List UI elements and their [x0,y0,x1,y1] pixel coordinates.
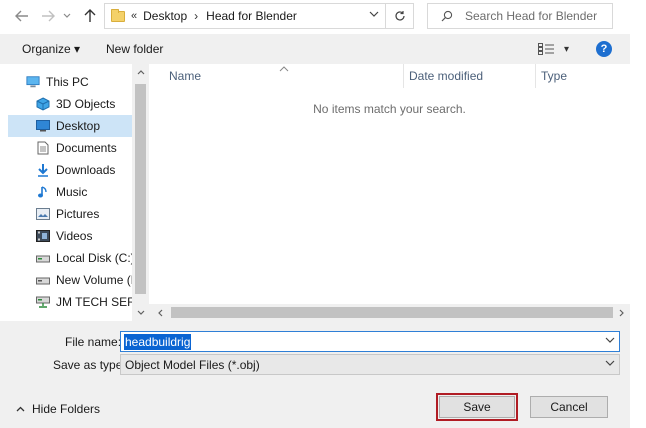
sidebar-item-label: Local Disk (C:) [56,251,132,265]
save-as-type-dropdown-chevron-icon[interactable] [605,358,615,371]
view-dropdown-chevron-icon[interactable]: ▾ [564,44,569,55]
column-header-name[interactable]: Name [169,64,201,88]
save-as-type-label: Save as type: [53,358,126,372]
sidebar-item-label: New Volume (D: [56,273,132,287]
sidebar-item-label: Pictures [56,207,100,221]
sidebar-item-desktop[interactable]: Desktop [8,115,132,137]
sidebar-item-documents[interactable]: Documents [8,137,132,159]
sidebar-item-label: Documents [56,141,117,155]
save-dialog-footer: File name: headbuildrig Save as type: Ob… [0,321,630,428]
sidebar-item-label: 3D Objects [56,97,116,111]
help-icon[interactable]: ? [596,41,612,57]
breadcrumb-head-for-blender[interactable]: Head for Blender [206,9,297,23]
file-list-horizontal-scrollbar[interactable] [149,304,630,321]
file-name-input[interactable]: headbuildrig [120,331,620,352]
desktop-icon [36,119,50,133]
sidebar-item-label: Downloads [56,163,116,177]
documents-icon [36,141,50,155]
refresh-icon [394,11,405,21]
column-header-date-modified[interactable]: Date modified [409,64,483,88]
chevron-up-icon [16,404,25,414]
videos-icon [36,229,50,243]
file-name-dropdown-chevron-icon[interactable] [605,335,615,348]
window-right-edge [630,0,646,428]
file-name-value[interactable]: headbuildrig [124,333,192,350]
search-icon [440,9,454,23]
drive-icon [36,251,50,265]
address-bar-row: « Desktop › Head for Blender Search Head… [0,0,646,34]
scroll-left-arrow-icon[interactable] [151,304,168,321]
sidebar-item-downloads[interactable]: Downloads [8,159,132,181]
sidebar-item-label: This PC [46,75,89,89]
navigation-pane-scrollbar[interactable] [132,64,149,322]
pictures-icon [36,207,50,221]
cancel-button[interactable]: Cancel [530,396,608,418]
sidebar-item-videos[interactable]: Videos [8,225,132,247]
hide-folders-button[interactable]: Hide Folders [16,402,100,416]
folder-icon [111,8,125,22]
scrollbar-thumb[interactable] [135,84,146,294]
sidebar-item-label: Desktop [56,119,101,133]
address-box[interactable]: « Desktop › Head for Blender [104,3,386,29]
sidebar-item-this-pc[interactable]: This PC [8,71,132,93]
organize-button[interactable]: Organize ▾ [22,42,80,56]
search-input[interactable]: Search Head for Blender [427,3,613,29]
back-arrow-icon[interactable] [12,6,32,26]
sidebar-item-label: Videos [56,229,93,243]
sidebar-item-jm-tech-servic[interactable]: JM TECH SERVIC [8,291,132,313]
sidebar-item-music[interactable]: Music [8,181,132,203]
breadcrumb-desktop[interactable]: Desktop [143,9,187,23]
downloads-icon [36,163,50,177]
refresh-button[interactable] [386,3,414,29]
up-arrow-icon[interactable] [80,6,100,26]
scroll-right-arrow-icon[interactable] [613,304,630,321]
sidebar-item-label: Music [56,185,88,199]
column-divider[interactable] [403,64,404,88]
network-drive-icon [36,295,50,309]
hide-folders-label: Hide Folders [32,402,101,416]
sidebar-item-3d-objects[interactable]: 3D Objects [8,93,132,115]
scroll-up-arrow-icon[interactable] [132,64,149,80]
breadcrumb-overflow[interactable]: « [131,10,137,22]
column-header-type[interactable]: Type [541,64,567,88]
sidebar-item-new-volume-d[interactable]: New Volume (D: [8,269,132,291]
music-icon [36,185,50,199]
sidebar-item-local-disk-c[interactable]: Local Disk (C:) [8,247,132,269]
recent-locations-chevron-icon[interactable] [60,6,74,26]
breadcrumb-separator[interactable]: › [194,9,198,23]
save-button[interactable]: Save [436,393,518,421]
command-toolbar: Organize ▾ New folder ▾ ? [0,34,630,64]
details-view-icon [538,43,554,55]
new-folder-button[interactable]: New folder [106,42,163,56]
sort-ascending-icon [279,64,289,75]
3d-objects-icon [36,97,50,111]
file-list[interactable]: Name Date modified Type No items match y… [149,64,630,304]
drive-icon [36,273,50,287]
file-name-label: File name: [65,335,122,349]
empty-list-message: No items match your search. [313,102,466,116]
save-as-type-select[interactable]: Object Model Files (*.obj) [120,354,620,375]
forward-arrow-icon[interactable] [38,6,58,26]
search-placeholder: Search Head for Blender [465,9,598,23]
column-divider[interactable] [535,64,536,88]
change-view-button[interactable]: ▾ [538,41,572,57]
scroll-down-arrow-icon[interactable] [132,305,149,321]
address-dropdown-chevron-icon[interactable] [369,9,379,22]
sidebar-item-pictures[interactable]: Pictures [8,203,132,225]
computer-icon [26,75,40,89]
sidebar-item-label: JM TECH SERVIC [56,295,132,309]
save-as-type-value: Object Model Files (*.obj) [125,357,260,372]
navigation-pane: This PC 3D Objects Desktop Documents Dow… [8,64,132,322]
scrollbar-thumb[interactable] [171,307,613,318]
